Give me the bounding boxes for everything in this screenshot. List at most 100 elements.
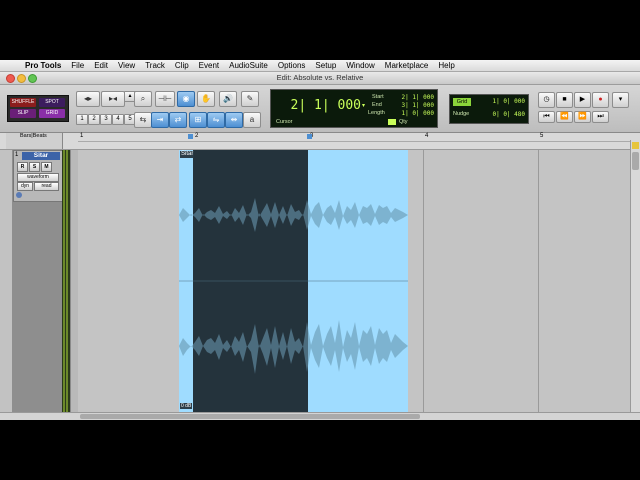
clip-waveform [179, 150, 408, 412]
length-label: Length [368, 110, 385, 116]
menu-setup[interactable]: Setup [310, 60, 341, 71]
mode-shuffle-button[interactable]: SHUFFLE [10, 98, 36, 107]
zoom-preset-3[interactable]: 3 [100, 114, 112, 125]
automation-mode-selector[interactable]: read [34, 182, 59, 191]
online-icon[interactable]: ◷ [538, 92, 555, 108]
ruler-mark-5: 5 [540, 133, 544, 139]
go-to-end-icon[interactable]: ⏭ [592, 111, 609, 123]
track-header-sitar[interactable]: 1 Sitar R S M waveform dyn read [13, 150, 63, 202]
grid-nudge-panel: Grid 1| 0| 000 Nudge 0| 0| 480 [449, 94, 529, 124]
counter-dropdown-icon[interactable]: ▾ [362, 102, 365, 109]
menu-view[interactable]: View [113, 60, 140, 71]
mute-button[interactable]: M [41, 162, 52, 172]
pencil-tool-icon[interactable]: ✎ [241, 91, 259, 107]
cursor-label: Cursor [276, 119, 293, 125]
ruler-mark-4: 4 [425, 133, 429, 139]
vertical-scrollbar[interactable] [630, 140, 640, 412]
main-counter[interactable]: 2| 1| 000 [275, 96, 361, 116]
letterbox-top [0, 0, 640, 60]
mirror-midi-icon[interactable]: ⇹ [225, 112, 243, 128]
record-icon[interactable]: ● [592, 92, 609, 108]
horizontal-scroll-thumb[interactable] [80, 414, 420, 419]
insertion-follows-playback-icon[interactable]: ⇋ [207, 112, 225, 128]
letterbox-bottom [0, 420, 640, 480]
tab-to-transient-icon[interactable]: ⇥ [151, 112, 169, 128]
track-color-icon[interactable] [16, 192, 22, 198]
end-label: End [372, 102, 382, 108]
scrubber-tool-icon[interactable]: 🔊 [219, 91, 237, 107]
zoomer-tool-icon[interactable]: ⌕ [134, 91, 152, 107]
length-value[interactable]: 1| 0| 000 [397, 110, 434, 117]
zoom-preset-1[interactable]: 1 [76, 114, 88, 125]
main-counter-panel: 2| 1| 000 ▾ Start 2| 1| 000 End 3| 1| 00… [270, 89, 438, 128]
commands-keyboard-focus-icon[interactable]: a [243, 112, 261, 128]
zoom-toggle-icon[interactable]: ⇆ [134, 112, 152, 128]
start-value[interactable]: 2| 1| 000 [397, 94, 434, 101]
vertical-scroll-thumb[interactable] [632, 152, 639, 170]
clip-gain-label[interactable]: 0 dB [180, 403, 193, 409]
timeline-ruler[interactable]: 1 2 3 4 5 [0, 133, 640, 150]
meter-channel-right [66, 150, 68, 412]
zoom-preset-2[interactable]: 2 [88, 114, 100, 125]
ruler-header: Bars|Beats [6, 133, 63, 149]
menu-marketplace[interactable]: Marketplace [380, 60, 434, 71]
selector-tool-icon[interactable]: ◉ [177, 91, 195, 107]
grid-value[interactable]: 1| 0| 000 [488, 98, 525, 106]
track-view-selector[interactable]: waveform [17, 173, 59, 182]
selection-start-marker[interactable] [188, 134, 193, 139]
play-icon[interactable]: ▶ [574, 92, 591, 108]
return-to-zero-icon[interactable]: ⏮ [538, 111, 555, 123]
grabber-tool-icon[interactable]: ✋ [197, 91, 215, 107]
bars-beats-label: Bars|Beats [20, 133, 47, 139]
record-enable-button[interactable]: R [17, 162, 28, 172]
menu-event[interactable]: Event [194, 60, 224, 71]
quantize-label: Qty [399, 119, 408, 125]
nudge-value[interactable]: 0| 0| 480 [488, 111, 525, 118]
trim-tool-icon[interactable]: ⊣⊢ [155, 91, 175, 107]
transport-expand-icon[interactable]: ▾ [612, 92, 629, 108]
stop-icon[interactable]: ■ [556, 92, 573, 108]
edit-toolbar: SHUFFLE SPOT SLIP GRID ◂▸ ▸◂ ▴ 1 2 3 4 5… [0, 85, 640, 133]
menu-help[interactable]: Help [433, 60, 459, 71]
bar-line-5 [538, 150, 539, 412]
mode-spot-button[interactable]: SPOT [39, 98, 65, 107]
selection-end-marker[interactable] [307, 134, 312, 139]
menu-window[interactable]: Window [341, 60, 379, 71]
menu-app[interactable]: Pro Tools [20, 60, 66, 71]
ruler-mark-2: 2 [195, 133, 199, 139]
menu-audiosuite[interactable]: AudioSuite [224, 60, 273, 71]
mode-slip-button[interactable]: SLIP [10, 109, 36, 118]
window-title: Edit: Absolute vs. Relative [276, 73, 364, 82]
menu-file[interactable]: File [66, 60, 89, 71]
rewind-icon[interactable]: ⏪ [556, 111, 573, 123]
menu-options[interactable]: Options [273, 60, 311, 71]
tracks-side-column [0, 150, 12, 412]
meter-channel-left [63, 150, 65, 412]
ruler-mark-1: 1 [80, 133, 84, 139]
universe-icon[interactable] [632, 142, 639, 149]
menu-bar: Pro Tools File Edit View Track Clip Even… [0, 60, 640, 72]
menu-clip[interactable]: Clip [170, 60, 194, 71]
ruler-divider [78, 141, 630, 142]
zoom-out-horizontal-icon[interactable]: ◂▸ [76, 91, 100, 107]
zoom-preset-4[interactable]: 4 [112, 114, 124, 125]
solo-button[interactable]: S [29, 162, 40, 172]
edit-mode-panel: SHUFFLE SPOT SLIP GRID [7, 95, 69, 122]
track-meter [62, 150, 70, 412]
window-title-bar: Edit: Absolute vs. Relative [0, 72, 640, 85]
link-track-edit-icon[interactable]: ⊞ [189, 112, 207, 128]
track-name[interactable]: Sitar [22, 152, 60, 160]
menu-edit[interactable]: Edit [89, 60, 113, 71]
mode-grid-button[interactable]: GRID [39, 109, 65, 118]
quantize-indicator-icon[interactable] [388, 119, 396, 125]
start-label: Start [372, 94, 384, 100]
link-timeline-icon[interactable]: ⇄ [169, 112, 187, 128]
track-number: 1 [15, 152, 19, 158]
grid-button[interactable]: Grid [453, 98, 471, 106]
end-value[interactable]: 3| 1| 000 [397, 102, 434, 109]
nudge-label[interactable]: Nudge [453, 111, 469, 117]
zoom-in-horizontal-icon[interactable]: ▸◂ [101, 91, 125, 107]
dyn-selector[interactable]: dyn [17, 182, 33, 191]
menu-track[interactable]: Track [140, 60, 170, 71]
fast-forward-icon[interactable]: ⏩ [574, 111, 591, 123]
